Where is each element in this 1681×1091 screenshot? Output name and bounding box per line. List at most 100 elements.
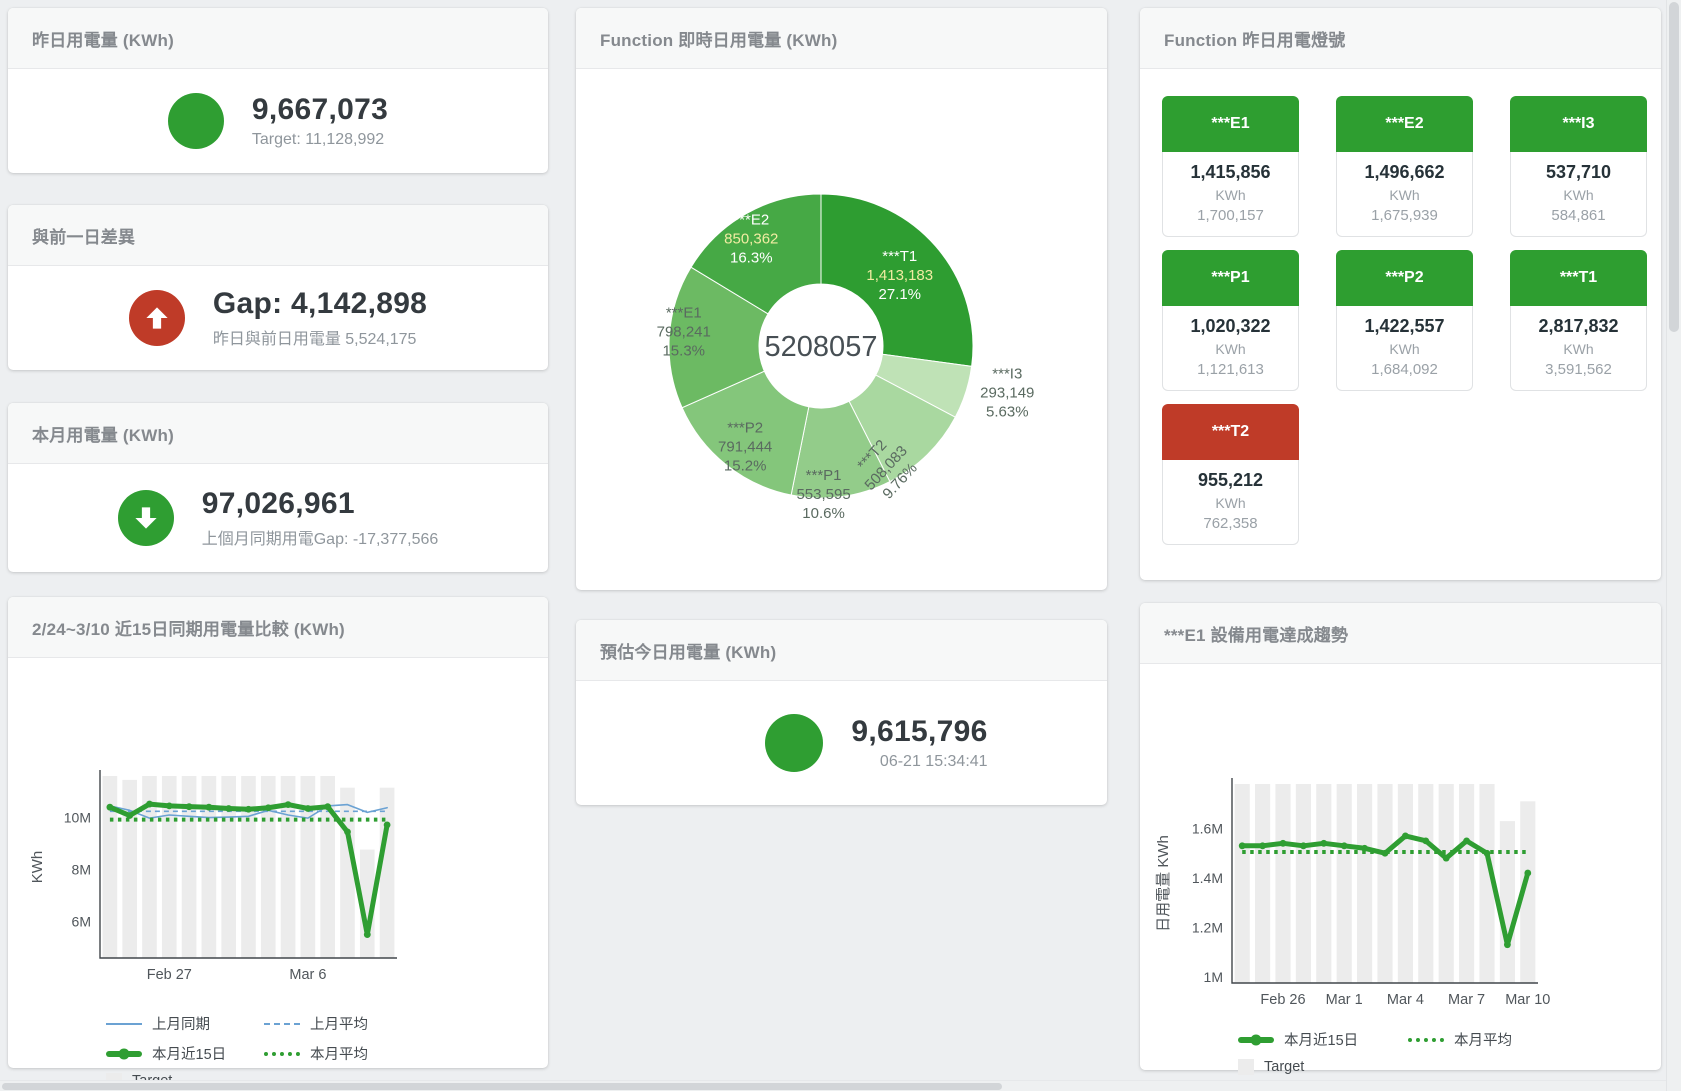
legend-item[interactable]: 上月同期 bbox=[106, 1013, 264, 1034]
compare15-line-chart[interactable]: 6M8M10MFeb 27Mar 6KWh bbox=[8, 658, 548, 996]
x-axis-tick: Feb 27 bbox=[147, 967, 192, 983]
tile-target-value: 3,591,562 bbox=[1515, 361, 1642, 378]
legend-item[interactable]: 本月近15日 bbox=[1238, 1029, 1408, 1050]
stat-timestamp: 06-21 15:34:41 bbox=[851, 753, 987, 771]
stat-value: Gap: 4,142,898 bbox=[213, 287, 427, 321]
legend-label: 上月平均 bbox=[310, 1013, 368, 1034]
series-point bbox=[344, 829, 351, 836]
x-axis-tick: Feb 26 bbox=[1260, 992, 1305, 1008]
stat-value: 97,026,961 bbox=[202, 487, 439, 521]
tile-value: 1,422,557 bbox=[1341, 316, 1468, 337]
card-title: 2/24~3/10 近15日同期用電量比較 (KWh) bbox=[32, 615, 345, 640]
tile-target-value: 1,675,939 bbox=[1341, 207, 1468, 224]
target-bar bbox=[1418, 784, 1433, 983]
series-point bbox=[166, 803, 173, 810]
tile-status-header: ***T1 bbox=[1510, 250, 1647, 306]
series-point bbox=[1422, 837, 1429, 844]
series-point bbox=[1524, 870, 1531, 877]
lights-grid: ***E11,415,856KWh1,700,157 ***E2 1,496,662… bbox=[1140, 69, 1661, 545]
y-axis-tick: 1M bbox=[1204, 969, 1223, 985]
target-bar bbox=[340, 788, 355, 958]
tile-unit: KWh bbox=[1515, 341, 1642, 357]
card-header: 與前一日差異 bbox=[8, 205, 548, 266]
arrow-down-icon bbox=[118, 490, 174, 546]
card-title: Function 即時日用電量 (KWh) bbox=[600, 26, 837, 51]
horizontal-scrollbar[interactable] bbox=[0, 1080, 1666, 1091]
series-point bbox=[1239, 842, 1246, 849]
tile-value: 955,212 bbox=[1167, 470, 1294, 491]
target-bar bbox=[103, 776, 118, 958]
legend-item[interactable]: 本月平均 bbox=[264, 1043, 422, 1064]
x-axis-tick: Mar 6 bbox=[289, 967, 326, 983]
x-axis-tick: Mar 10 bbox=[1505, 992, 1550, 1008]
x-axis-tick: Mar 1 bbox=[1326, 992, 1363, 1008]
tile-unit: KWh bbox=[1341, 341, 1468, 357]
legend-swatch-dashed bbox=[264, 1023, 300, 1025]
series-point bbox=[364, 931, 371, 938]
series-point bbox=[1443, 855, 1450, 862]
y-axis-tick: 8M bbox=[72, 862, 91, 878]
realtime-usage-donut-chart[interactable]: ***T11,413,18327.1%***I3293,1495.63%***T… bbox=[576, 69, 1107, 590]
vertical-scrollbar-thumb[interactable] bbox=[1669, 2, 1679, 332]
series-point bbox=[1280, 840, 1287, 847]
series-point bbox=[1484, 850, 1491, 857]
tile-status-header: ***E2 bbox=[1336, 96, 1473, 152]
y-axis-tick: 10M bbox=[64, 810, 91, 826]
legend-swatch-thick bbox=[106, 1051, 142, 1057]
tile-status-header: ***P2 bbox=[1336, 250, 1473, 306]
target-bar bbox=[261, 776, 276, 958]
card-estimate-today: 預估今日用電量 (KWh) 9,615,796 06-21 15:34:41 bbox=[576, 620, 1107, 805]
target-bar bbox=[1377, 784, 1392, 983]
series-point bbox=[126, 812, 133, 819]
tile-target-value: 1,121,613 bbox=[1167, 361, 1294, 378]
stat-subtitle: 昨日與前日用電量 5,524,175 bbox=[213, 325, 427, 349]
series-point bbox=[146, 801, 153, 808]
tile-status-header: ***T2 bbox=[1162, 404, 1299, 460]
legend-item[interactable]: 本月近15日 bbox=[106, 1043, 264, 1064]
series-point bbox=[1341, 842, 1348, 849]
vertical-scrollbar[interactable] bbox=[1666, 0, 1681, 1091]
compare15-legend: 上月同期上月平均本月近15日本月平均Target bbox=[106, 1013, 548, 1089]
e1-trend-line-chart[interactable]: 1M1.2M1.4M1.6MFeb 26Mar 1Mar 4Mar 7Mar 1… bbox=[1140, 664, 1661, 1014]
tile-unit: KWh bbox=[1167, 187, 1294, 203]
target-bar bbox=[1337, 784, 1352, 983]
series-point bbox=[384, 821, 391, 828]
light-tile: ***E11,415,856KWh1,700,157 bbox=[1162, 96, 1299, 237]
tile-body: 1,422,557 KWh 1,684,092 bbox=[1336, 306, 1473, 391]
target-bar bbox=[1398, 784, 1413, 983]
series-point bbox=[1382, 850, 1389, 857]
card-header: 昨日用電量 (KWh) bbox=[8, 8, 548, 69]
series-point bbox=[1504, 941, 1511, 948]
series-point bbox=[305, 805, 312, 812]
legend-swatch-box bbox=[1238, 1059, 1254, 1075]
target-bar bbox=[1459, 784, 1474, 983]
tile-value: 2,817,832 bbox=[1515, 316, 1642, 337]
legend-item[interactable]: 上月平均 bbox=[264, 1013, 422, 1034]
card-yesterday-lights: Function 昨日用電燈號 ***E11,415,856KWh1,700,1… bbox=[1140, 8, 1661, 580]
legend-swatch-thick bbox=[1238, 1037, 1274, 1043]
target-bar bbox=[221, 776, 236, 958]
card-title: 預估今日用電量 (KWh) bbox=[600, 638, 776, 663]
legend-swatch-solid bbox=[106, 1023, 142, 1025]
tile-value: 1,496,662 bbox=[1341, 162, 1468, 183]
tile-target-value: 1,684,092 bbox=[1341, 361, 1468, 378]
legend-swatch-dotted bbox=[1408, 1038, 1444, 1042]
card-title: 與前一日差異 bbox=[32, 223, 135, 248]
legend-item[interactable]: 本月平均 bbox=[1408, 1029, 1578, 1050]
legend-item[interactable]: Target bbox=[1238, 1059, 1408, 1075]
light-tile: ***T2955,212KWh762,358 bbox=[1162, 404, 1299, 545]
target-bar bbox=[1316, 784, 1331, 983]
target-bar bbox=[241, 776, 256, 958]
y-axis-label: KWh bbox=[29, 851, 46, 884]
tile-value: 537,710 bbox=[1515, 162, 1642, 183]
tile-unit: KWh bbox=[1167, 341, 1294, 357]
tile-status-header: ***E1 bbox=[1162, 96, 1299, 152]
series-point bbox=[1259, 842, 1266, 849]
series-point bbox=[1361, 845, 1368, 852]
card-title: 昨日用電量 (KWh) bbox=[32, 26, 174, 51]
horizontal-scrollbar-thumb[interactable] bbox=[2, 1083, 1002, 1090]
card-day-gap: 與前一日差異 Gap: 4,142,898 昨日與前日用電量 5,524,175 bbox=[8, 205, 548, 370]
tile-body: 955,212KWh762,358 bbox=[1162, 460, 1299, 545]
target-bar bbox=[1439, 784, 1454, 983]
series-point bbox=[1300, 842, 1307, 849]
